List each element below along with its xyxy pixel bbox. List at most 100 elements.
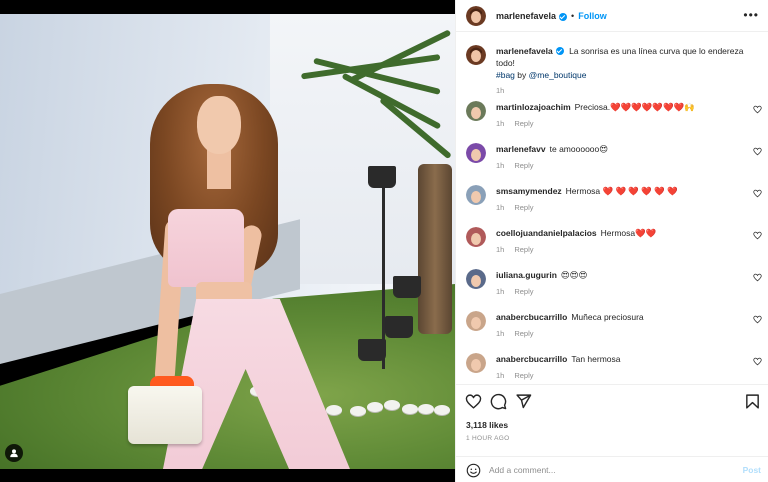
caption-by-word: by bbox=[517, 70, 527, 80]
avatar-image bbox=[466, 143, 486, 163]
avatar[interactable] bbox=[466, 353, 486, 373]
user-tag-button[interactable] bbox=[5, 444, 23, 462]
user-tag-icon bbox=[10, 449, 18, 458]
comment-username[interactable]: anabercbucarrillo bbox=[496, 312, 567, 322]
comment-meta: 1h Reply bbox=[496, 287, 544, 296]
comment-time: 1h bbox=[496, 203, 505, 212]
comment-text: 😍😍😍 bbox=[560, 270, 588, 280]
comment-body: iuliana.gugurin 😍😍😍 bbox=[496, 270, 746, 281]
comment-like-heart-icon[interactable] bbox=[753, 315, 762, 324]
likes-count[interactable]: 3,118 likes bbox=[466, 420, 508, 430]
bookmark-icon[interactable] bbox=[744, 393, 761, 410]
comment-time: 1h bbox=[496, 161, 505, 170]
comment-username[interactable]: smsamymendez bbox=[496, 186, 562, 196]
comment-icon[interactable] bbox=[490, 393, 507, 410]
post-side-panel: marlenefavela • Follow ••• marlenefavela… bbox=[455, 0, 768, 482]
comment-text: te amoooooo😍 bbox=[549, 144, 609, 154]
post-photo[interactable] bbox=[0, 0, 455, 482]
comment-item: anabercbucarrillo Tan hermosa 1h Reply bbox=[466, 353, 766, 383]
follow-button[interactable]: Follow bbox=[578, 11, 607, 21]
caption-hashtag[interactable]: #bag bbox=[496, 70, 515, 80]
comment-username[interactable]: martinlozajoachim bbox=[496, 102, 571, 112]
comment-body: anabercbucarrillo Tan hermosa bbox=[496, 354, 746, 365]
photo-woman-face bbox=[197, 96, 241, 154]
comment-text: Preciosa.❤️❤️❤️❤️❤️❤️❤️🙌 bbox=[574, 102, 695, 112]
comment-reply-button[interactable]: Reply bbox=[514, 371, 533, 380]
caption-username[interactable]: marlenefavela bbox=[496, 46, 553, 56]
photo-palm-trunk bbox=[418, 164, 452, 334]
avatar-image bbox=[466, 101, 486, 121]
comment-username[interactable]: marlenefavv bbox=[496, 144, 546, 154]
photo-pot bbox=[393, 276, 421, 298]
comment-body: coellojuandanielpalacios Hermosa❤️❤️ bbox=[496, 228, 746, 239]
comment-item: marlenefavv te amoooooo😍 1h Reply bbox=[466, 143, 766, 183]
avatar[interactable] bbox=[466, 101, 486, 121]
caption-mention[interactable]: @me_boutique bbox=[529, 70, 587, 80]
post-author-username[interactable]: marlenefavela bbox=[496, 11, 556, 21]
comment-time: 1h bbox=[496, 329, 505, 338]
comment-meta: 1h Reply bbox=[496, 119, 544, 128]
comment-body: smsamymendez Hermosa ❤️ ❤️ ❤️ ❤️ ❤️ ❤️ bbox=[496, 186, 746, 197]
comment-reply-button[interactable]: Reply bbox=[514, 245, 533, 254]
post-comment-button[interactable]: Post bbox=[743, 465, 761, 475]
post-caption: marlenefavela La sonrisa es una línea cu… bbox=[466, 45, 761, 95]
avatar[interactable] bbox=[466, 5, 486, 26]
instagram-post-view: marlenefavela • Follow ••• marlenefavela… bbox=[0, 0, 768, 482]
comment-username[interactable]: coellojuandanielpalacios bbox=[496, 228, 597, 238]
avatar[interactable] bbox=[466, 227, 486, 247]
comment-body: marlenefavv te amoooooo😍 bbox=[496, 144, 746, 155]
avatar-face bbox=[471, 317, 481, 329]
comment-reply-button[interactable]: Reply bbox=[514, 329, 533, 338]
photo-stone bbox=[367, 402, 383, 412]
avatar-image bbox=[466, 227, 486, 247]
avatar-face bbox=[471, 359, 481, 371]
comment-meta: 1h Reply bbox=[496, 329, 544, 338]
photo-woman-neck bbox=[207, 149, 231, 189]
avatar[interactable] bbox=[466, 45, 486, 65]
avatar-image bbox=[466, 311, 486, 331]
photo-stone bbox=[434, 405, 450, 415]
photo-woman-top bbox=[168, 209, 244, 287]
photo-pot bbox=[368, 166, 396, 188]
avatar[interactable] bbox=[466, 311, 486, 331]
photo-stone bbox=[326, 405, 342, 415]
share-icon[interactable] bbox=[515, 393, 532, 410]
comment-item: anabercbucarrillo Muñeca preciosura 1h Repl… bbox=[466, 311, 766, 351]
comment-reply-button[interactable]: Reply bbox=[514, 203, 533, 212]
comment-like-heart-icon[interactable] bbox=[753, 231, 762, 240]
caption-text-block: marlenefavela La sonrisa es una línea cu… bbox=[496, 45, 758, 97]
comment-reply-button[interactable]: Reply bbox=[514, 161, 533, 170]
comment-body: anabercbucarrillo Muñeca preciosura bbox=[496, 312, 746, 323]
comment-text: Hermosa ❤️ ❤️ ❤️ ❤️ ❤️ ❤️ bbox=[565, 186, 678, 196]
avatar[interactable] bbox=[466, 269, 486, 289]
add-comment-input[interactable] bbox=[489, 463, 729, 477]
comment-like-heart-icon[interactable] bbox=[753, 357, 762, 366]
comment-like-heart-icon[interactable] bbox=[753, 189, 762, 198]
avatar[interactable] bbox=[466, 143, 486, 163]
comment-text: Tan hermosa bbox=[571, 354, 621, 364]
comment-time: 1h bbox=[496, 119, 505, 128]
more-options-button[interactable]: ••• bbox=[743, 9, 759, 21]
emoji-icon[interactable] bbox=[466, 463, 481, 478]
post-header: marlenefavela • Follow ••• bbox=[456, 0, 768, 32]
comment-reply-button[interactable]: Reply bbox=[514, 287, 533, 296]
post-timestamp: 1 HOUR AGO bbox=[466, 435, 510, 442]
comment-like-heart-icon[interactable] bbox=[753, 273, 762, 282]
comments-scroll-area[interactable]: marlenefavela La sonrisa es una línea cu… bbox=[456, 33, 768, 383]
avatar-face bbox=[471, 275, 481, 287]
avatar[interactable] bbox=[466, 185, 486, 205]
photo-stone bbox=[418, 404, 434, 414]
avatar-face bbox=[471, 149, 481, 161]
comment-like-heart-icon[interactable] bbox=[753, 105, 762, 114]
photo-pot bbox=[358, 339, 386, 361]
verified-badge-icon bbox=[555, 47, 564, 55]
verified-badge-icon bbox=[559, 12, 568, 21]
comment-like-heart-icon[interactable] bbox=[753, 147, 762, 156]
comment-username[interactable]: iuliana.gugurin bbox=[496, 270, 557, 280]
photo-stone bbox=[402, 404, 418, 414]
comment-body: martinlozajoachim Preciosa.❤️❤️❤️❤️❤️❤️❤️… bbox=[496, 102, 746, 113]
comment-username[interactable]: anabercbucarrillo bbox=[496, 354, 567, 364]
heart-icon[interactable] bbox=[465, 393, 482, 410]
avatar-face bbox=[471, 191, 481, 203]
comment-reply-button[interactable]: Reply bbox=[514, 119, 533, 128]
